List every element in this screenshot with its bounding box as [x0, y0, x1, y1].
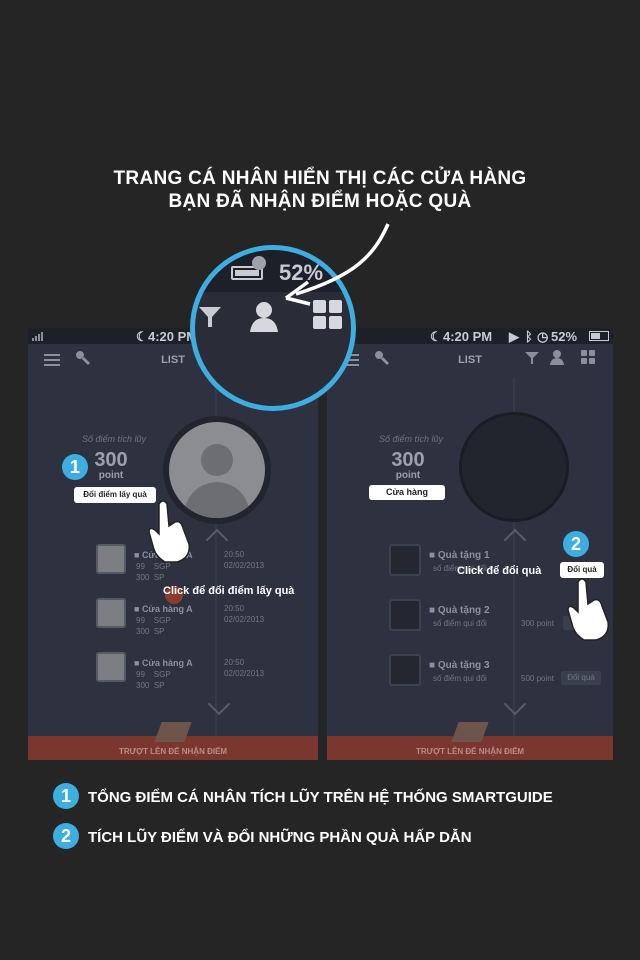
- list-item[interactable]: ■ Cửa hàng A 99 SGP 300 SP 20:50 02/02/2…: [96, 652, 296, 692]
- gift-thumbnail: [389, 544, 421, 576]
- points-unit: point: [98, 470, 124, 481]
- row-date: 02/02/2013: [224, 669, 265, 678]
- footer-text[interactable]: TRƯỢT LÊN ĐỂ NHẬN ĐIỂM: [28, 747, 318, 756]
- gift-name: ■ Quà tặng 3: [429, 660, 490, 671]
- gift-name: ■ Quà tặng 2: [429, 605, 490, 616]
- store-button[interactable]: Cửa hàng: [369, 485, 445, 500]
- tutorial-screen: TRANG CÁ NHÂN HIỂN THỊ CÁC CỬA HÀNG BẠN …: [0, 0, 640, 960]
- list-item[interactable]: ■ Cửa hàng A 99 SGP 300 SP 20:50 02/02/2…: [96, 544, 296, 584]
- alarm-icon: ◷: [537, 329, 549, 344]
- step-badge-2: 2: [563, 531, 589, 557]
- row-title: ■ Cửa hàng A: [134, 604, 193, 614]
- points-unit: point: [395, 470, 421, 481]
- legend-text-1: TỔNG ĐIỂM CÁ NHÂN TÍCH LŨY TRÊN HỆ THỐNG…: [88, 789, 553, 806]
- store-thumbnail: [96, 598, 126, 628]
- row-stat-2: 300 SP: [136, 627, 165, 636]
- battery-icon: [589, 331, 609, 341]
- moon-icon: ☾: [136, 329, 148, 344]
- profile-icon[interactable]: [549, 349, 565, 365]
- row-stat-2: 300 SP: [136, 573, 165, 582]
- chevron-down-icon[interactable]: [503, 692, 527, 716]
- gift-item[interactable]: ■ Quà tặng 3 số điểm qui đổi 500 point Đ…: [389, 654, 609, 688]
- step-badge-1: 1: [62, 454, 88, 480]
- points-value: 300: [391, 449, 425, 471]
- list-item[interactable]: ■ Cửa hàng A 99 SGP 300 SP 20:50 02/02/2…: [96, 598, 296, 638]
- filter-icon[interactable]: [525, 351, 539, 365]
- moon-icon: ☾: [430, 329, 442, 344]
- headline-line-1: TRANG CÁ NHÂN HIỂN THỊ CÁC CỬA HÀNG: [113, 168, 527, 189]
- play-icon: ▶: [509, 329, 519, 344]
- row-stat-2: 300 SP: [136, 681, 165, 690]
- row-time: 20:50: [224, 550, 245, 559]
- row-date: 02/02/2013: [224, 615, 265, 624]
- pointer-arrow-icon: [284, 223, 390, 306]
- gift-thumbnail: [389, 599, 421, 631]
- callout-exchange-gift: Click để đổi quà: [457, 565, 542, 577]
- points-label: Số điểm tích lũy: [379, 434, 444, 444]
- legend-badge-2: 2: [53, 823, 79, 849]
- store-thumbnail: [96, 652, 126, 682]
- row-time: 20:50: [224, 658, 245, 667]
- zoom-filter-icon: [199, 306, 221, 328]
- grid-icon[interactable]: [581, 350, 596, 365]
- row-time: 20:50: [224, 604, 245, 613]
- gift-subtitle: số điểm qui đổi: [433, 619, 487, 628]
- avatar-placeholder[interactable]: [459, 412, 569, 522]
- bluetooth-icon: ᛒ: [525, 329, 533, 344]
- legend-badge-1: 1: [53, 783, 79, 809]
- gift-points: 500 point: [521, 674, 554, 683]
- chevron-down-icon[interactable]: [207, 692, 231, 716]
- tap-hand-icon: [148, 500, 190, 563]
- headline-line-2: BẠN ĐÃ NHẬN ĐIỂM HOẶC QUÀ: [168, 191, 472, 212]
- nav-bar: LIST: [327, 344, 613, 378]
- points-value: 300: [94, 449, 128, 471]
- gift-name: ■ Quà tặng 1: [429, 550, 490, 561]
- tap-hand-icon: [567, 578, 609, 641]
- exchange-gift-button[interactable]: Đổi quà: [561, 671, 601, 685]
- battery-percent: 52%: [551, 329, 578, 344]
- row-stat-1: 99 SGP: [136, 616, 171, 625]
- status-time: 4:20 PM: [443, 329, 493, 344]
- store-thumbnail: [96, 544, 126, 574]
- footer-text[interactable]: TRƯỢT LÊN ĐỂ NHẬN ĐIỂM: [327, 747, 613, 756]
- legend-text-2: TÍCH LŨY ĐIỂM VÀ ĐỔI NHỮNG PHẦN QUÀ HẤP …: [88, 829, 472, 846]
- nav-title: LIST: [458, 354, 482, 366]
- gift-subtitle: số điểm qui đổi: [433, 674, 487, 683]
- status-bar: ☾ 4:20 PM ▶ ᛒ ◷ 52%: [327, 328, 613, 344]
- row-stat-1: 99 SGP: [136, 670, 171, 679]
- points-label: Số điểm tích lũy: [82, 434, 147, 444]
- zoom-alarm-icon: [252, 256, 266, 270]
- row-date: 02/02/2013: [224, 561, 265, 570]
- gift-points: 300 point: [521, 619, 554, 628]
- row-title: ■ Cửa hàng A: [134, 658, 193, 668]
- exchange-points-button[interactable]: Đổi điểm lấy quà: [74, 487, 156, 503]
- gift-thumbnail: [389, 654, 421, 686]
- callout-exchange-points: Click để đổi điểm lấy quà: [163, 585, 295, 597]
